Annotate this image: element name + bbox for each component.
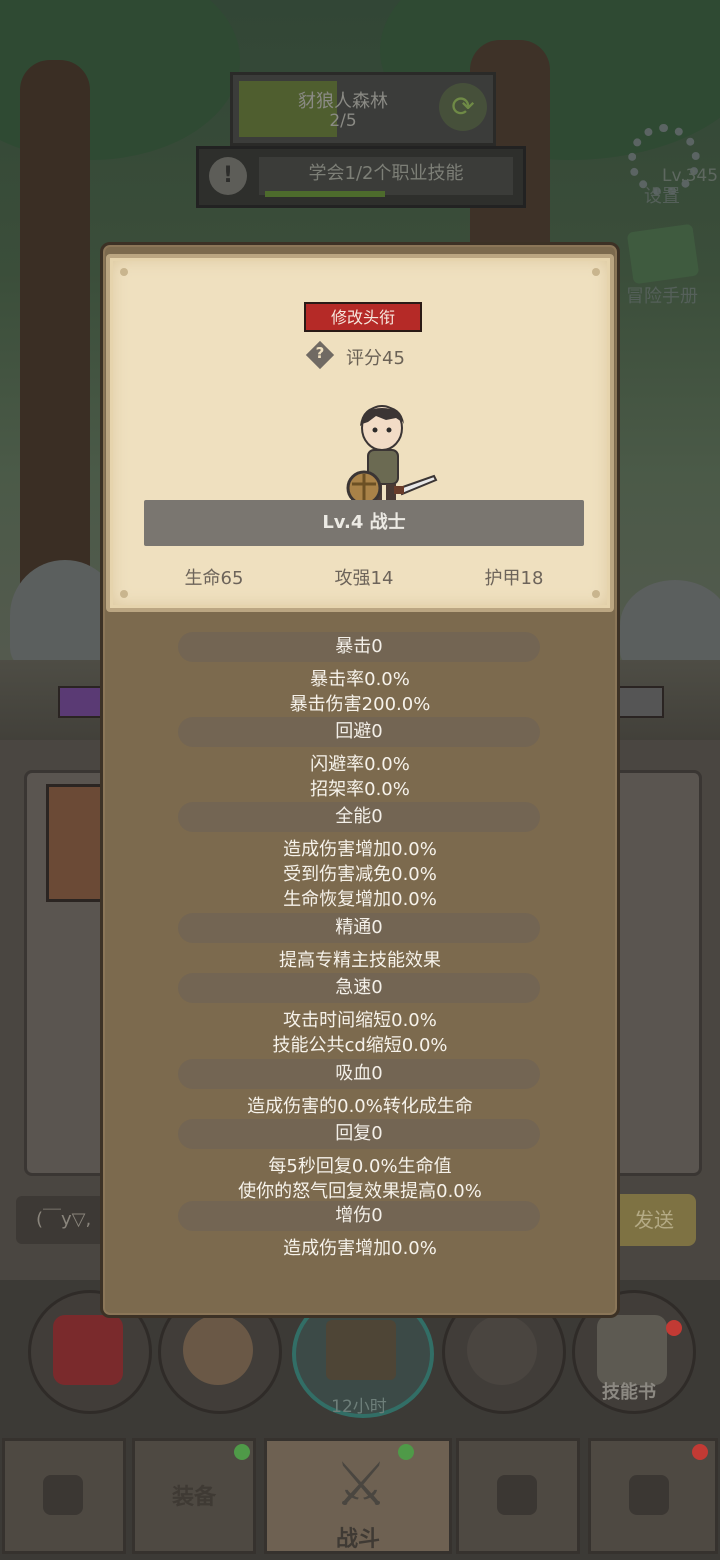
attr-line: 提高专精主技能效果 — [279, 950, 441, 971]
attr-line: 使你的怒气回复效果提高0.0% — [238, 1181, 482, 1202]
rock — [620, 580, 720, 670]
attr-line: 技能公共cd缩短0.0% — [272, 1035, 448, 1056]
attr-header: 吸血0 — [178, 1059, 540, 1089]
corner-rivet — [120, 590, 128, 598]
exclamation-icon: ! — [209, 157, 247, 195]
attr-line: 受到伤害减免0.0% — [283, 864, 437, 885]
armor-stat: 护甲18 — [484, 568, 544, 589]
attr-line: 造成伤害增加0.0% — [283, 839, 437, 860]
character-card: 修改头衔 ? 评分45 Lv.4 战士 生命65 攻强14 护甲18 — [106, 254, 614, 612]
attr-line: 造成伤害的0.0%转化成生命 — [247, 1096, 473, 1117]
skillbook-label: 技能书 — [602, 1382, 656, 1403]
book-icon[interactable] — [626, 223, 700, 285]
chest-icon — [326, 1320, 396, 1380]
skillbook-icon — [597, 1315, 667, 1385]
lock-icon — [497, 1475, 537, 1515]
tab-locked-1[interactable] — [2, 1438, 126, 1554]
bread-icon — [183, 1315, 253, 1385]
attr-header: 全能0 — [178, 802, 540, 832]
attr-header: 回避0 — [178, 717, 540, 747]
lock-icon — [43, 1475, 83, 1515]
attack-power-stat: 攻强14 — [334, 568, 394, 589]
quest-progress-fill — [265, 191, 385, 197]
potion-icon — [53, 1315, 123, 1385]
level-class-bar: Lv.4 战士 — [144, 500, 584, 546]
attr-line: 招架率0.0% — [310, 779, 410, 800]
notification-badge — [234, 1444, 250, 1460]
corner-rivet — [592, 590, 600, 598]
attr-header: 增伤0 — [178, 1201, 540, 1231]
corner-rivet — [120, 268, 128, 276]
adventure-manual-label[interactable]: 冒险手册 — [626, 282, 698, 308]
tab-label: 装备 — [171, 1485, 216, 1510]
corner-rivet — [592, 268, 600, 276]
zone-indicator[interactable]: 豺狼人森林 2/5 ⟳ — [230, 72, 496, 146]
zone-name: 豺狼人森林 — [298, 91, 388, 112]
attr-header: 暴击0 — [178, 632, 540, 662]
lock-icon — [629, 1475, 669, 1515]
tab-locked-2[interactable] — [456, 1438, 580, 1554]
attr-line: 攻击时间缩短0.0% — [283, 1010, 437, 1031]
crossed-swords-icon: ⚔ — [334, 1450, 388, 1520]
tab-label: 战斗 — [335, 1527, 380, 1552]
send-button[interactable]: 发送 — [612, 1194, 696, 1246]
notification-badge — [398, 1444, 414, 1460]
attr-line: 暴击率0.0% — [310, 669, 410, 690]
tab-battle[interactable]: ⚔ 战斗 — [264, 1438, 452, 1554]
lock-icon — [467, 1315, 537, 1385]
score-value: 评分45 — [346, 348, 405, 369]
hp-stat: 生命65 — [184, 568, 244, 589]
attr-line: 造成伤害增加0.0% — [283, 1238, 437, 1259]
quest-tracker[interactable]: ! 学会1/2个职业技能 — [196, 146, 526, 208]
attr-line: 每5秒回复0.0%生命值 — [268, 1156, 452, 1177]
attr-line: 闪避率0.0% — [310, 754, 410, 775]
change-title-button[interactable]: 修改头衔 — [304, 302, 422, 332]
score-row: ? 评分45 — [304, 340, 444, 370]
quest-text: 学会1/2个职业技能 — [259, 157, 513, 195]
help-icon-glyph: ? — [315, 344, 325, 362]
attr-header: 回复0 — [178, 1119, 540, 1149]
notification-badge — [666, 1320, 682, 1336]
settings-label[interactable]: 设置 — [644, 182, 680, 208]
refresh-icon[interactable]: ⟳ — [439, 83, 487, 131]
character-info-panel: 修改头衔 ? 评分45 Lv.4 战士 生命65 攻强14 护甲18 暴击0 暴… — [100, 242, 620, 1318]
attr-line: 暴击伤害200.0% — [289, 694, 431, 715]
chest-timer: 12小时 — [331, 1397, 387, 1417]
zone-progress: 2/5 — [329, 111, 357, 131]
attr-header: 急速0 — [178, 973, 540, 1003]
notification-badge — [692, 1444, 708, 1460]
attr-header: 精通0 — [178, 913, 540, 943]
attr-line: 生命恢复增加0.0% — [283, 889, 437, 910]
